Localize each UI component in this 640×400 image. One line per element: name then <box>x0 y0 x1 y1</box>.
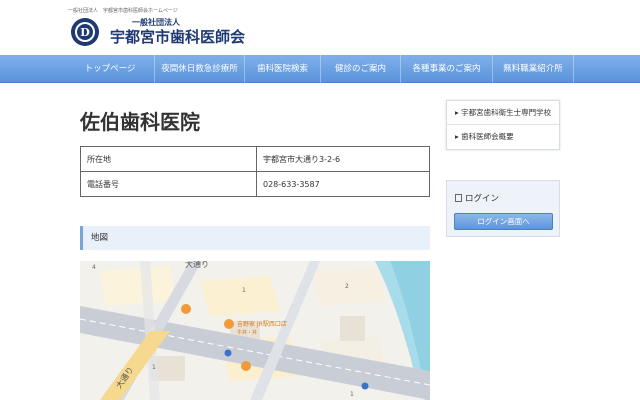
nav-item-checkup[interactable]: 健診のご案内 <box>320 55 400 83</box>
logo-mark-letter: D <box>80 26 90 39</box>
map-number-label: 1 <box>350 391 354 398</box>
site-logo[interactable]: D 一般社団法人 宇都宮市歯科医師会 <box>70 16 245 48</box>
login-icon <box>455 194 462 202</box>
map-restaurant-pin-icon <box>224 319 234 329</box>
phone-label: 電話番号 <box>80 171 257 197</box>
embedded-map[interactable]: 大通り 大通り 4 1 2 1 1 吉野家 JR駅西口店 牛丼・丼 <box>80 261 430 400</box>
login-panel: ログイン ログイン画面へ <box>446 180 560 237</box>
table-row: 電話番号 028-633-3587 <box>80 171 430 197</box>
header-tagline: 一般社団法人 宇都宮市歯科医師会ホームページ <box>68 8 178 14</box>
map-restaurant-pin-icon <box>241 361 251 371</box>
logo-emblem-icon: D <box>70 17 100 47</box>
map-poi-sublabel: 牛丼・丼 <box>237 329 257 336</box>
map-transit-pin-icon <box>224 349 232 357</box>
nav-item-job-agency[interactable]: 無料職業紹介所 <box>492 55 574 83</box>
nav-item-emergency[interactable]: 夜間休日救急診療所 <box>154 55 244 83</box>
logo-title: 宇都宮市歯科医師会 <box>110 28 246 46</box>
sidebar-links: ▸ 宇都宮歯科衛生士専門学校 ▸ 歯科医師会概要 <box>446 100 560 150</box>
map-poi-label: 吉野家 JR駅西口店 <box>237 320 287 328</box>
sidebar-item-label: 宇都宮歯科衛生士専門学校 <box>461 108 552 117</box>
map-transit-pin-icon <box>361 382 369 390</box>
nav-item-clinic-search[interactable]: 歯科医院検索 <box>244 55 320 83</box>
address-value: 宇都宮市大通り3-2-6 <box>256 146 430 172</box>
sidebar-item-hygienist-school[interactable]: ▸ 宇都宮歯科衛生士専門学校 <box>447 101 559 125</box>
clinic-info-table: 所在地 宇都宮市大通り3-2-6 電話番号 028-633-3587 <box>80 146 430 197</box>
map-street-label-top: 大通り <box>185 261 209 269</box>
main-nav: トップページ 夜間休日救急診療所 歯科医院検索 健診のご案内 各種事業のご案内 … <box>0 55 640 83</box>
nav-item-top[interactable]: トップページ <box>66 55 154 83</box>
table-row: 所在地 宇都宮市大通り3-2-6 <box>80 146 430 172</box>
map-number-label: 4 <box>92 264 96 271</box>
sidebar-item-association-overview[interactable]: ▸ 歯科医師会概要 <box>447 125 559 149</box>
map-restaurant-pin-icon <box>181 304 191 314</box>
nav-item-projects[interactable]: 各種事業のご案内 <box>400 55 492 83</box>
map-number-label: 1 <box>242 287 246 294</box>
address-label: 所在地 <box>80 146 257 172</box>
map-section-heading: 地図 <box>80 226 430 250</box>
sidebar-item-label: 歯科医師会概要 <box>461 132 514 141</box>
map-number-label: 2 <box>345 283 349 290</box>
map-number-label: 1 <box>152 364 156 371</box>
phone-value: 028-633-3587 <box>256 171 430 197</box>
login-title: ログイン <box>465 194 500 204</box>
page-title: 佐伯歯科医院 <box>80 110 200 134</box>
login-button[interactable]: ログイン画面へ <box>454 213 553 230</box>
logo-subtitle: 一般社団法人 <box>132 18 180 27</box>
